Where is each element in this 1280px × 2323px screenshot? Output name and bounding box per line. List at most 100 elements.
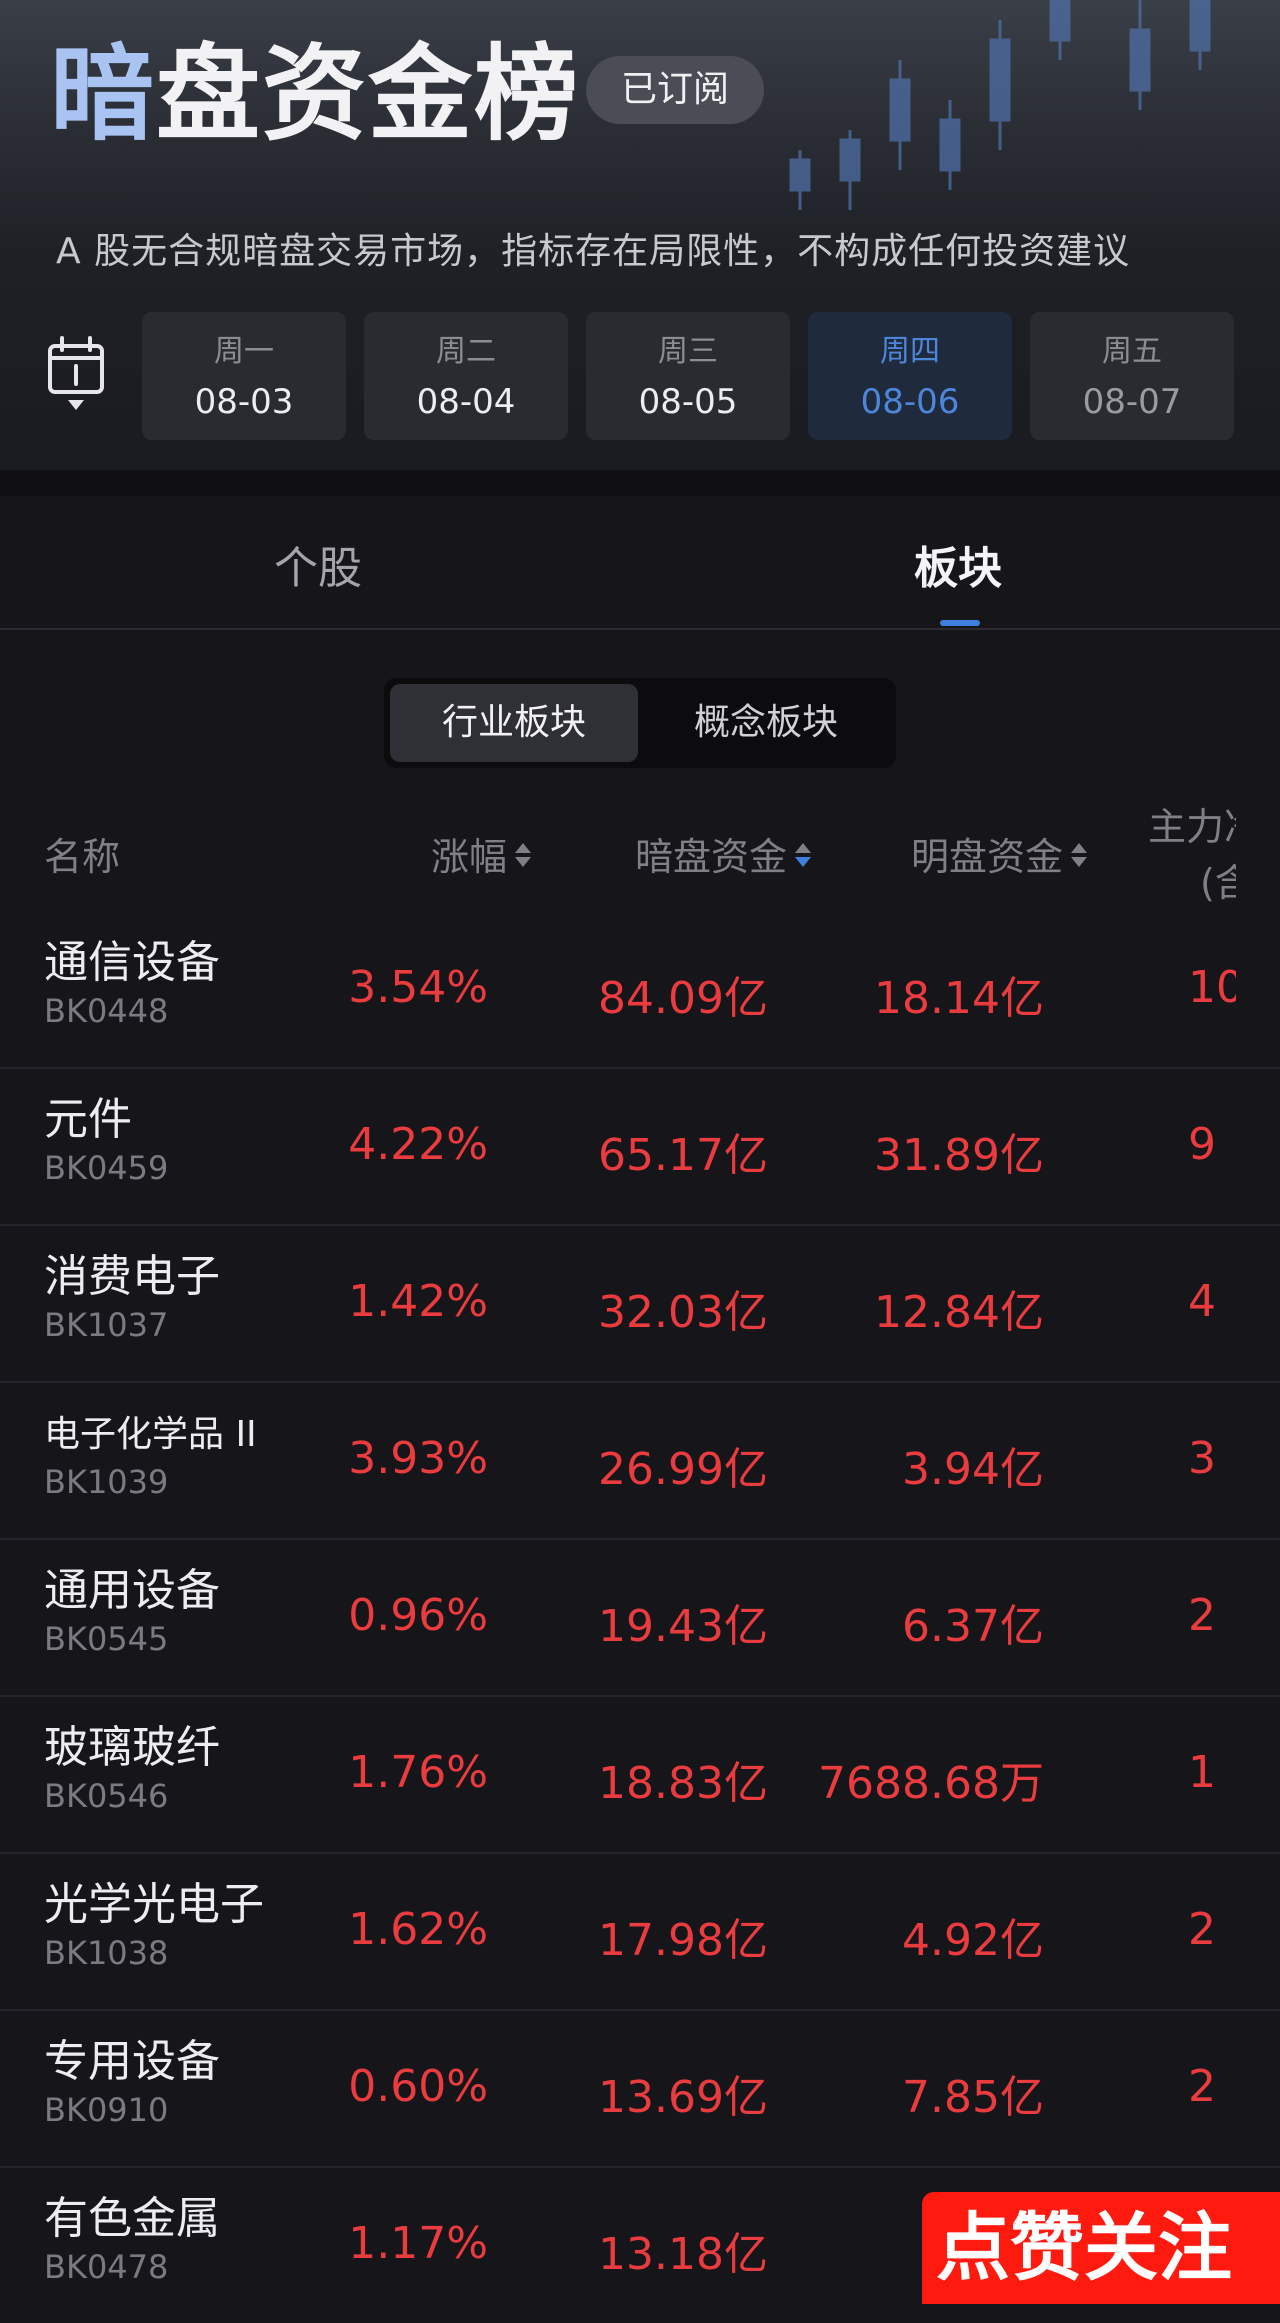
day-tab-date: 08-06: [860, 382, 960, 422]
dark-fund-value: 84.09亿: [598, 973, 768, 1024]
open-fund-value: 18.14亿: [874, 973, 1044, 1024]
segment-concept[interactable]: 概念板块: [642, 684, 890, 762]
disclaimer-text: A 股无合规暗盘交易市场，指标存在局限性，不构成任何投资建议: [56, 231, 1131, 272]
change-value: 4.22%: [348, 1119, 488, 1170]
main-fund-value: 3: [1188, 1433, 1216, 1484]
sector-code: BK0478: [44, 2248, 169, 2286]
day-tab-date: 08-04: [416, 382, 516, 422]
page-title-first-char: 暗: [50, 32, 157, 155]
main-tabs: 个股 板块: [0, 496, 1280, 630]
main-fund-value: 1: [1188, 1747, 1216, 1798]
table-row[interactable]: 元件 BK0459 4.22% 65.17亿 31.89亿 9: [0, 1067, 1280, 1226]
day-tab-date: 08-07: [1082, 382, 1182, 422]
sector-name: 电子化学品 II: [44, 1414, 257, 1455]
row-clip: 元件 BK0459 4.22% 65.17亿 31.89亿 9: [0, 1067, 1236, 1224]
sector-code: BK0546: [44, 1777, 169, 1815]
day-tab-weekday: 周四: [880, 334, 940, 369]
day-tab-weekday: 周三: [658, 334, 718, 369]
sector-code: BK0910: [44, 2091, 169, 2129]
col-header-dark-fund-label: 暗盘资金: [634, 835, 787, 879]
dark-fund-value: 65.17亿: [598, 1130, 768, 1181]
open-fund-value: 6.37亿: [902, 1601, 1044, 1652]
col-header-name: 名称: [44, 835, 121, 879]
table-row[interactable]: 玻璃玻纤 BK0546 1.76% 18.83亿 7688.68万 1: [0, 1695, 1280, 1854]
dark-fund-value: 13.18亿: [598, 2229, 768, 2280]
change-value: 1.42%: [348, 1276, 488, 1327]
day-tab-date: 08-03: [194, 382, 294, 422]
table-row[interactable]: 消费电子 BK1037 1.42% 32.03亿 12.84亿 4: [0, 1224, 1280, 1383]
sector-code: BK1039: [44, 1463, 169, 1501]
calendar-icon[interactable]: [44, 334, 108, 414]
row-clip: 专用设备 BK0910 0.60% 13.69亿 7.85亿 2: [0, 2009, 1236, 2166]
open-fund-value: 12.84亿: [874, 1287, 1044, 1338]
like-follow-banner[interactable]: 点赞关注: [922, 2192, 1280, 2304]
open-fund-value: 7.85亿: [902, 2072, 1044, 2123]
main-fund-value: 2: [1188, 1590, 1216, 1641]
col-header-open-fund[interactable]: 明盘资金: [911, 826, 1087, 881]
table-row[interactable]: 通信设备 BK0448 3.54% 84.09亿 18.14亿 10: [0, 910, 1280, 1069]
dark-fund-value: 18.83亿: [598, 1758, 768, 1809]
main-fund-value: 10: [1188, 962, 1236, 1013]
sector-name: 专用设备: [44, 2036, 220, 2087]
day-tab-weekday: 周一: [214, 334, 274, 369]
dark-fund-value: 32.03亿: [598, 1287, 768, 1338]
open-fund-value: 3.94亿: [902, 1444, 1044, 1495]
sort-icon: [795, 842, 811, 869]
change-value: 3.93%: [348, 1433, 488, 1484]
sector-name: 玻璃玻纤: [44, 1722, 220, 1773]
change-value: 0.60%: [348, 2061, 488, 2112]
table-row[interactable]: 通用设备 BK0545 0.96% 19.43亿 6.37亿 2: [0, 1538, 1280, 1697]
tab-active-indicator: [940, 620, 980, 626]
main-fund-value: 2: [1188, 2061, 1216, 2112]
row-clip: 玻璃玻纤 BK0546 1.76% 18.83亿 7688.68万 1: [0, 1695, 1236, 1852]
col-header-main-fund-sub: (含: [1200, 861, 1236, 905]
row-clip: 通用设备 BK0545 0.96% 19.43亿 6.37亿 2: [0, 1538, 1236, 1695]
subscribe-badge[interactable]: 已订阅: [586, 56, 764, 124]
change-value: 1.62%: [348, 1904, 488, 1955]
dark-fund-value: 17.98亿: [598, 1915, 768, 1966]
day-tab-wed[interactable]: 周三 08-05: [586, 312, 790, 440]
candlestick-decoration-icon: [789, 0, 1211, 210]
change-value: 3.54%: [348, 962, 488, 1013]
day-tab-tue[interactable]: 周二 08-04: [364, 312, 568, 440]
sector-code: BK1037: [44, 1306, 169, 1344]
col-header-change[interactable]: 涨幅: [431, 826, 531, 881]
change-value: 1.76%: [348, 1747, 488, 1798]
page-title-rest: 盘资金榜: [156, 32, 581, 155]
sector-code: BK1038: [44, 1934, 169, 1972]
sector-name: 元件: [44, 1094, 132, 1145]
table-row[interactable]: 电子化学品 II BK1039 3.93% 26.99亿 3.94亿 3: [0, 1381, 1280, 1540]
change-value: 1.17%: [348, 2218, 488, 2269]
sort-icon: [1071, 842, 1087, 869]
sector-code: BK0448: [44, 992, 169, 1030]
day-tab-weekday: 周二: [436, 334, 496, 369]
tab-sector[interactable]: 板块: [914, 532, 1002, 596]
dark-fund-value: 13.69亿: [598, 2072, 768, 2123]
open-fund-value: 7688.68万: [818, 1758, 1044, 1809]
sector-name: 通信设备: [44, 937, 220, 988]
col-header-change-label: 涨幅: [430, 835, 507, 879]
row-clip: 电子化学品 II BK1039 3.93% 26.99亿 3.94亿 3: [0, 1381, 1236, 1538]
open-fund-value: 31.89亿: [874, 1130, 1044, 1181]
day-tab-fri[interactable]: 周五 08-07: [1030, 312, 1234, 440]
col-header-open-fund-label: 明盘资金: [910, 835, 1063, 879]
day-tab-thu[interactable]: 周四 08-06: [808, 312, 1012, 440]
segment-industry[interactable]: 行业板块: [390, 684, 638, 762]
row-clip: 消费电子 BK1037 1.42% 32.03亿 12.84亿 4: [0, 1224, 1236, 1381]
sector-name: 有色金属: [44, 2193, 220, 2244]
tab-stock[interactable]: 个股: [274, 532, 362, 596]
sector-code: BK0545: [44, 1620, 169, 1658]
main-fund-value: 4: [1188, 1276, 1216, 1327]
table-row[interactable]: 专用设备 BK0910 0.60% 13.69亿 7.85亿 2: [0, 2009, 1280, 2168]
sector-type-segmented: 行业板块 概念板块: [384, 678, 896, 768]
row-clip: 通信设备 BK0448 3.54% 84.09亿 18.14亿 10: [0, 910, 1236, 1067]
col-header-dark-fund[interactable]: 暗盘资金: [635, 826, 811, 881]
header: 暗盘资金榜 已订阅 A 股无合规暗盘交易市场，指标存在局限性，不构成任何投资建议…: [0, 0, 1280, 470]
col-header-main-fund[interactable]: 主力净: [1148, 800, 1236, 851]
table-row[interactable]: 光学光电子 BK1038 1.62% 17.98亿 4.92亿 2: [0, 1852, 1280, 2011]
day-tab-mon[interactable]: 周一 08-03: [142, 312, 346, 440]
sector-name: 消费电子: [44, 1251, 220, 1302]
table-header: 名称 涨幅 暗盘资金 明盘资金 主力净 (含: [0, 800, 1280, 910]
sector-code: BK0459: [44, 1149, 169, 1187]
dark-fund-value: 19.43亿: [598, 1601, 768, 1652]
